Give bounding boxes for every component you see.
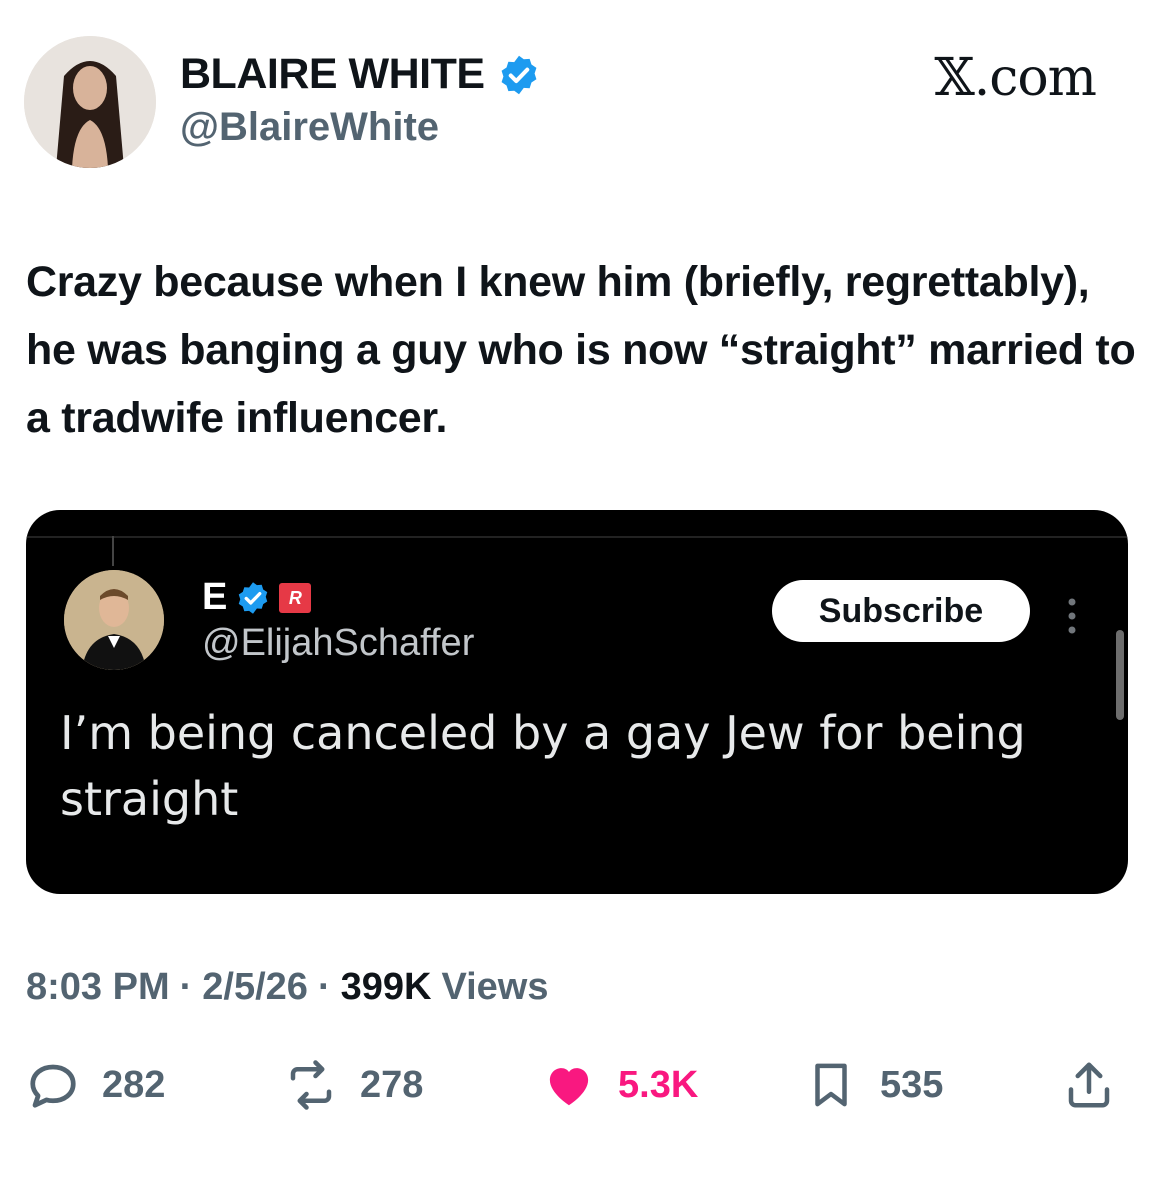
bookmark-icon: [815, 1063, 847, 1107]
x-brand-logo: 𝕏.com: [934, 48, 1097, 108]
like-button[interactable]: 5.3K: [542, 1058, 698, 1112]
quoted-user-handle[interactable]: @ElijahSchaffer: [202, 622, 474, 665]
tweet-meta: 8:03 PM · 2/5/26 · 399K Views: [26, 966, 548, 1009]
quoted-media-card[interactable]: E R @ElijahSchaffer Subscribe I’m being …: [26, 510, 1128, 894]
bookmark-count: 535: [880, 1063, 944, 1106]
tweet-date[interactable]: 2/5/26: [202, 966, 308, 1009]
meta-separator: ·: [317, 966, 331, 1008]
repost-icon: [290, 1060, 332, 1110]
display-name[interactable]: BLAIRE WHITE: [180, 50, 485, 99]
profile-avatar[interactable]: [24, 36, 156, 168]
tweet-time[interactable]: 8:03 PM: [26, 966, 170, 1009]
affiliate-badge-icon: R: [279, 582, 312, 613]
quoted-tweet-text: I’m being canceled by a gay Jew for bein…: [60, 706, 1026, 826]
bookmark-button[interactable]: 535: [804, 1058, 943, 1112]
quoted-avatar[interactable]: [64, 570, 164, 670]
reply-icon: [30, 1064, 76, 1108]
views-label: Views: [441, 966, 549, 1008]
repost-count: 278: [360, 1063, 424, 1106]
meta-separator: ·: [179, 966, 193, 1008]
quoted-profile-photo-icon: [64, 570, 164, 670]
cutoff-row: [26, 1182, 1126, 1200]
quoted-verified-badge-icon: [239, 581, 268, 614]
share-button[interactable]: [1062, 1058, 1116, 1112]
tweet-actions: 282 278 5.3K 535: [26, 1058, 1126, 1122]
card-divider: [26, 536, 1128, 538]
share-icon: [1068, 1062, 1110, 1108]
subscribe-button[interactable]: Subscribe: [772, 580, 1030, 642]
profile-photo-icon: [24, 36, 156, 168]
heart-icon: [549, 1068, 589, 1106]
user-handle[interactable]: @BlaireWhite: [180, 105, 439, 150]
reply-count: 282: [102, 1063, 166, 1106]
scrollbar-thumb[interactable]: [1116, 630, 1124, 720]
more-options-icon[interactable]: [1066, 596, 1078, 636]
repost-button[interactable]: 278: [284, 1058, 423, 1112]
quoted-display-name[interactable]: E: [202, 576, 227, 619]
like-count: 5.3K: [618, 1063, 699, 1106]
verified-badge-icon[interactable]: [497, 53, 541, 97]
thread-line: [112, 536, 114, 566]
reply-button[interactable]: 282: [26, 1058, 165, 1112]
views-count: 399K: [340, 966, 432, 1008]
tweet-text: Crazy because when I knew him (briefly, …: [26, 258, 1136, 442]
